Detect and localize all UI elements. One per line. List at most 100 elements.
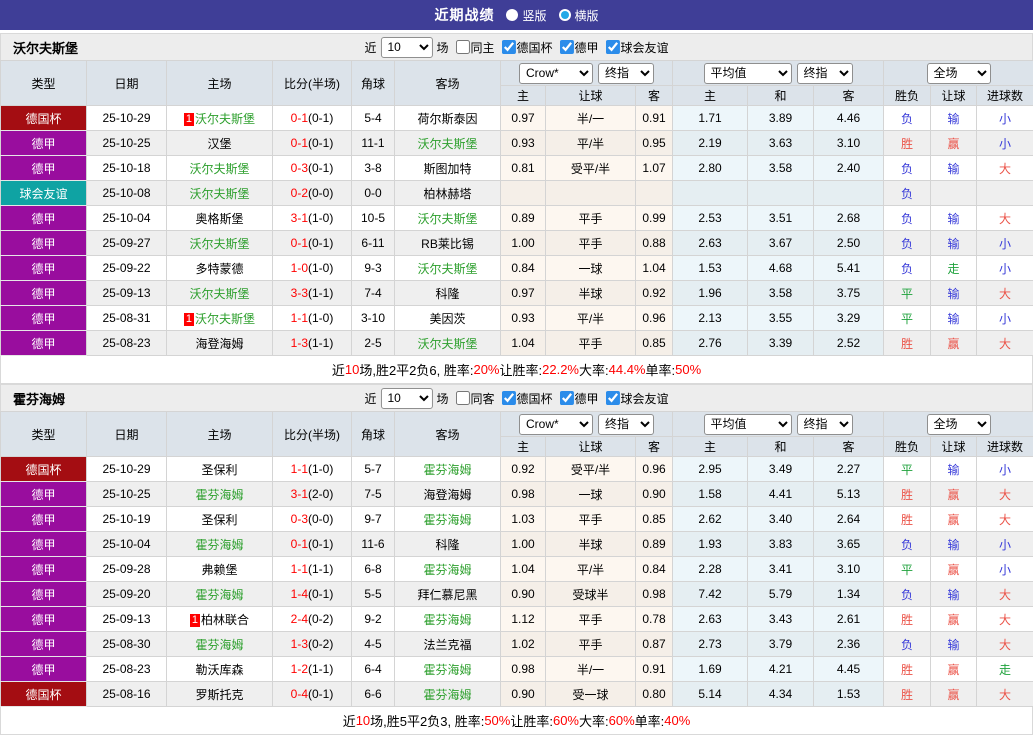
home-team-cell: 勒沃库森 <box>167 657 273 682</box>
home-team-cell: 弗赖堡 <box>167 557 273 582</box>
friendly-filter-checkbox[interactable] <box>606 391 620 405</box>
avg-draw-odds: 3.83 <box>748 532 814 557</box>
crow-away-odds: 0.96 <box>636 457 673 482</box>
same-venue-checkbox[interactable] <box>455 40 469 54</box>
fulltime-score: 0-1 <box>291 236 308 250</box>
match-date-cell: 25-10-04 <box>87 206 167 231</box>
crow-handicap: 平手 <box>546 632 636 657</box>
result-outcome: 胜 <box>884 682 931 707</box>
recent-count-select[interactable]: 10 <box>380 37 432 58</box>
avg-away-odds: 2.52 <box>814 331 884 356</box>
away-team-cell: 科隆 <box>395 281 501 306</box>
team-link: 拜仁慕尼黑 <box>417 588 477 602</box>
avg-home-odds: 2.53 <box>673 206 748 231</box>
col-header-home: 主场 <box>167 61 273 106</box>
friendly-filter: 球会友谊 <box>599 39 669 56</box>
result-handicap: 输 <box>931 106 977 131</box>
match-date-cell: 25-08-16 <box>87 682 167 707</box>
col-header-corner: 角球 <box>352 61 395 106</box>
cup-filter: 德国杯 <box>495 39 553 56</box>
crow-handicap: 平/半 <box>546 557 636 582</box>
crow-final-odds-select[interactable]: 终指 <box>598 63 654 84</box>
away-team-cell: 美因茨 <box>395 306 501 331</box>
same-venue-filter: 同主 <box>448 39 494 56</box>
result-handicap: 赢 <box>931 657 977 682</box>
match-date-cell: 25-10-25 <box>87 482 167 507</box>
corner-cell: 4-5 <box>352 632 395 657</box>
result-goals: 大 <box>977 607 1033 632</box>
col-header-date: 日期 <box>87 61 167 106</box>
team-link: 沃尔夫斯堡 <box>417 212 477 226</box>
avg-odds-select[interactable]: 平均值 <box>704 63 792 84</box>
match-date-cell: 25-10-18 <box>87 156 167 181</box>
league-filter-checkbox[interactable] <box>560 40 574 54</box>
score-cell: 1-0(1-0) <box>273 256 352 281</box>
avg-home-odds: 2.62 <box>673 507 748 532</box>
avg-final-odds-select[interactable]: 终指 <box>797 414 853 435</box>
col-header-goals: 进球数 <box>977 437 1033 457</box>
result-goals: 大 <box>977 682 1033 707</box>
layout-radio-vertical[interactable]: 竖版 <box>506 7 546 24</box>
result-handicap: 赢 <box>931 557 977 582</box>
away-team-cell: 霍芬海姆 <box>395 557 501 582</box>
crow-final-odds-select[interactable]: 终指 <box>598 414 654 435</box>
radio-selected-icon[interactable] <box>559 9 571 21</box>
summary-segment: 50% <box>675 362 701 377</box>
cup-filter-checkbox[interactable] <box>502 391 516 405</box>
result-goals: 大 <box>977 281 1033 306</box>
odds-provider-select[interactable]: Crow* <box>519 63 593 84</box>
match-date-cell: 25-09-22 <box>87 256 167 281</box>
score-cell: 0-2(0-0) <box>273 181 352 206</box>
avg-final-odds-select[interactable]: 终指 <box>797 63 853 84</box>
avg-draw-odds: 4.21 <box>748 657 814 682</box>
crow-away-odds: 0.89 <box>636 532 673 557</box>
result-goals: 小 <box>977 131 1033 156</box>
crow-home-odds: 1.04 <box>501 557 546 582</box>
fulltime-score: 0-1 <box>291 537 308 551</box>
team-link: 圣保利 <box>201 513 237 527</box>
cup-filter-checkbox[interactable] <box>502 40 516 54</box>
match-date-cell: 25-09-28 <box>87 557 167 582</box>
result-goals <box>977 181 1033 206</box>
result-outcome: 胜 <box>884 507 931 532</box>
avg-home-odds: 2.63 <box>673 231 748 256</box>
same-venue-checkbox[interactable] <box>455 391 469 405</box>
home-team-cell: 汉堡 <box>167 131 273 156</box>
col-header-avg-away: 客 <box>814 437 884 457</box>
crow-home-odds: 1.02 <box>501 632 546 657</box>
team-name: 霍芬海姆 <box>1 389 65 408</box>
layout-radio-horizontal[interactable]: 横版 <box>559 7 599 24</box>
team-link: 沃尔夫斯堡 <box>189 162 249 176</box>
fulltime-score: 0-3 <box>291 161 308 175</box>
result-handicap: 赢 <box>931 507 977 532</box>
avg-away-odds: 4.45 <box>814 657 884 682</box>
crow-odds-group-header: Crow* 终指 <box>501 61 673 86</box>
result-handicap: 输 <box>931 156 977 181</box>
radio-icon[interactable] <box>506 9 518 21</box>
title-bar: 近期战绩 竖版 横版 <box>0 0 1033 30</box>
scope-select[interactable]: 全场 <box>927 63 991 84</box>
odds-provider-select[interactable]: Crow* <box>519 414 593 435</box>
avg-home-odds: 1.58 <box>673 482 748 507</box>
halftime-score: (0-1) <box>308 236 333 250</box>
home-team-cell: 圣保利 <box>167 457 273 482</box>
avg-home-odds: 1.69 <box>673 657 748 682</box>
team-link: 海登海姆 <box>423 488 471 502</box>
col-header-type: 类型 <box>1 61 87 106</box>
avg-odds-select[interactable]: 平均值 <box>704 414 792 435</box>
match-row: 德甲25-09-20霍芬海姆1-4(0-1)5-5拜仁慕尼黑0.90受球半0.9… <box>1 582 1033 607</box>
friendly-filter-checkbox[interactable] <box>606 40 620 54</box>
scope-select[interactable]: 全场 <box>927 414 991 435</box>
result-handicap: 输 <box>931 532 977 557</box>
score-cell: 3-3(1-1) <box>273 281 352 306</box>
recent-count-select[interactable]: 10 <box>380 388 432 409</box>
avg-odds-group-header: 平均值 终指 <box>673 61 884 86</box>
score-cell: 0-4(0-1) <box>273 682 352 707</box>
crow-handicap: 半球 <box>546 281 636 306</box>
halftime-score: (0-0) <box>308 512 333 526</box>
col-header-crow-away: 客 <box>636 437 673 457</box>
summary-segment: 60% <box>609 713 635 728</box>
result-goals: 小 <box>977 106 1033 131</box>
league-filter-checkbox[interactable] <box>560 391 574 405</box>
team-link: 沃尔夫斯堡 <box>189 287 249 301</box>
